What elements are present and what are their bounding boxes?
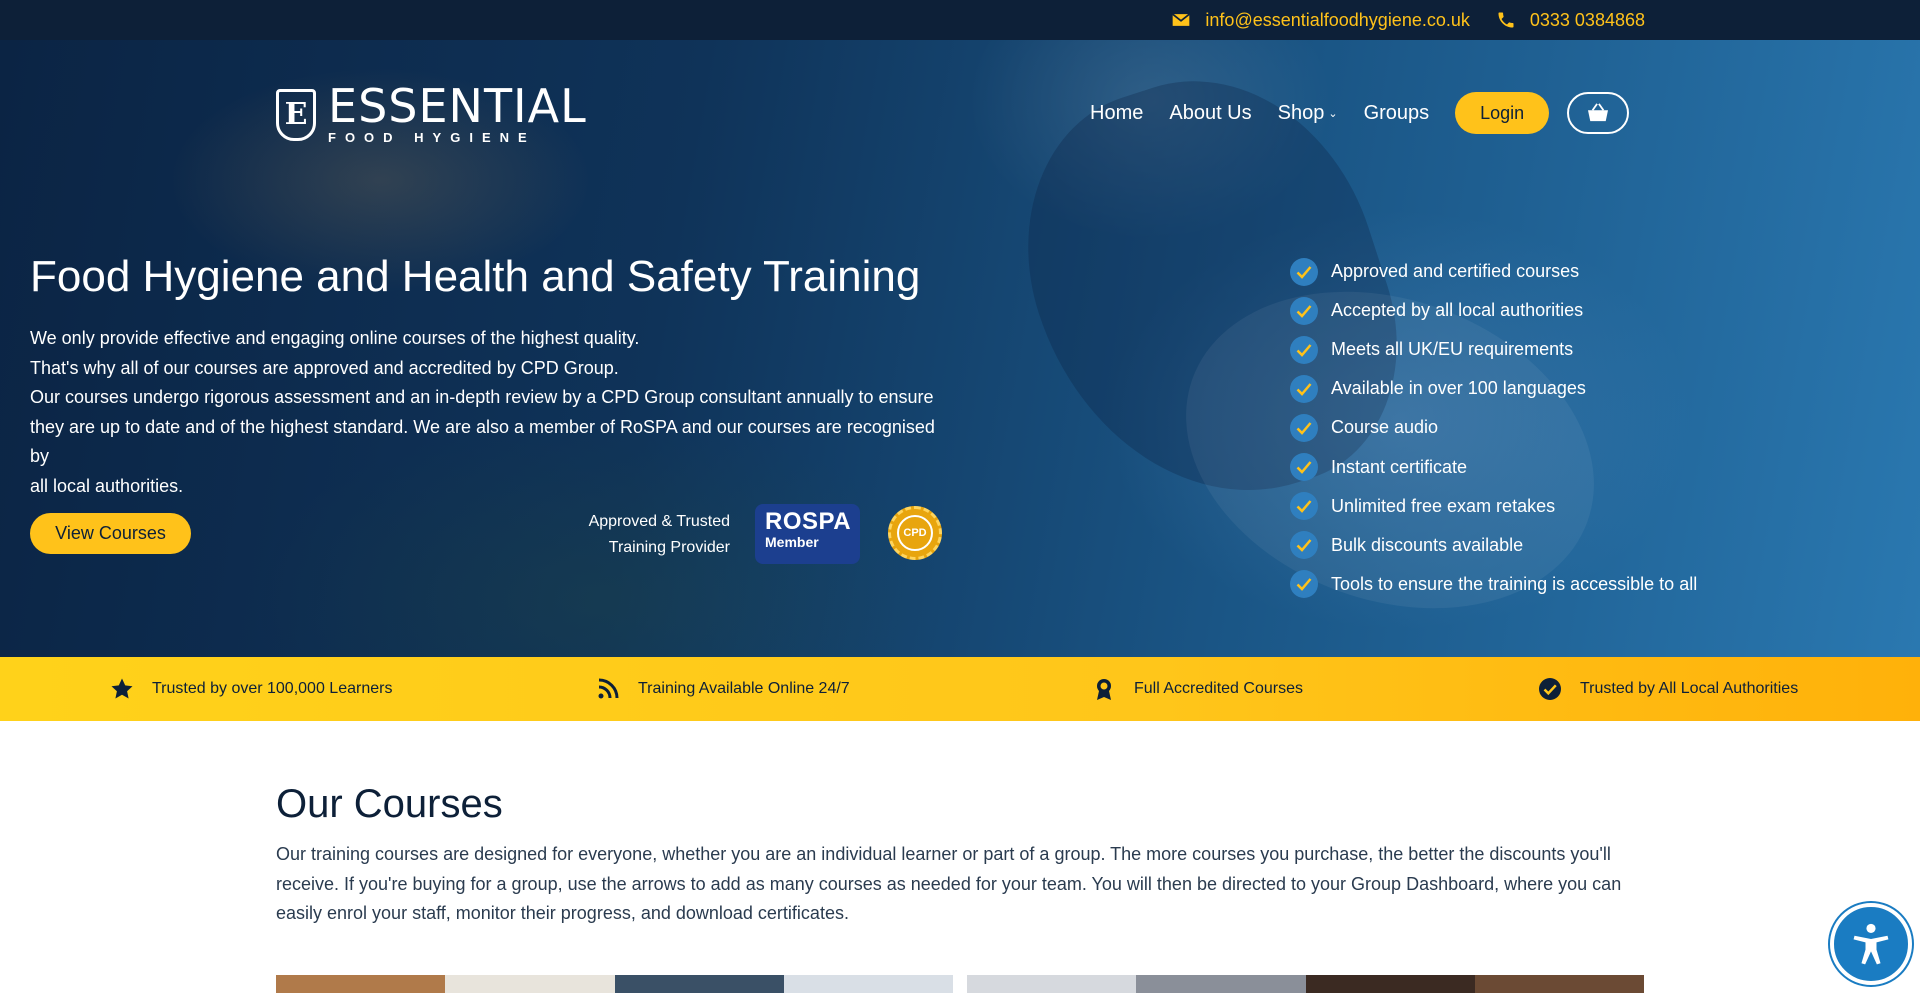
- check-icon: [1290, 296, 1318, 325]
- nav-groups-label: Groups: [1363, 101, 1430, 124]
- rospa-subtitle: Member: [765, 534, 819, 550]
- trust-item-accredited: Full Accredited Courses: [1092, 657, 1303, 721]
- approved-line-1: Approved & Trusted: [588, 513, 730, 530]
- feature-item: Approved and certified courses: [1290, 252, 1697, 291]
- trust-item-authorities: Trusted by All Local Authorities: [1538, 657, 1798, 721]
- logo-mark: E: [276, 88, 316, 141]
- cart-button[interactable]: [1567, 92, 1630, 134]
- top-contact-bar: info@essentialfoodhygiene.co.uk 0333 038…: [0, 0, 1920, 40]
- feature-label: Unlimited free exam retakes: [1331, 495, 1556, 516]
- feature-label: Available in over 100 languages: [1331, 378, 1586, 399]
- feature-label: Tools to ensure the training is accessib…: [1331, 573, 1698, 594]
- hero-line-4: they are up to date and of the highest s…: [30, 416, 935, 467]
- feature-label: Accepted by all local authorities: [1331, 300, 1584, 321]
- nav-about-us[interactable]: About Us: [1169, 102, 1251, 125]
- hero-line-3: Our courses undergo rigorous assessment …: [30, 387, 934, 407]
- accessibility-button[interactable]: [1830, 903, 1912, 985]
- feature-label: Meets all UK/EU requirements: [1331, 339, 1574, 360]
- chevron-down-icon: ⌄: [1328, 107, 1338, 120]
- feature-item: Bulk discounts available: [1290, 526, 1697, 565]
- approved-line-2: Training Provider: [608, 539, 730, 556]
- logo-title: ESSENTIAL: [328, 79, 587, 133]
- hero-section: E ESSENTIAL FOOD HYGIENE Home About Us S…: [0, 40, 1920, 657]
- feature-item: Unlimited free exam retakes: [1290, 487, 1697, 526]
- hero-description: We only provide effective and engaging o…: [30, 324, 950, 501]
- feature-label: Approved and certified courses: [1331, 261, 1580, 282]
- check-icon: [1290, 570, 1318, 599]
- hero-title: Food Hygiene and Health and Safety Train…: [30, 252, 921, 301]
- star-icon: [111, 678, 133, 699]
- email-link[interactable]: info@essentialfoodhygiene.co.uk: [1171, 10, 1470, 31]
- feature-item: Tools to ensure the training is accessib…: [1290, 565, 1697, 604]
- nav-home-label: Home: [1090, 101, 1144, 124]
- nav-groups[interactable]: Groups: [1364, 102, 1430, 125]
- phone-icon: [1498, 12, 1514, 28]
- check-icon: [1290, 413, 1318, 442]
- trust-label: Full Accredited Courses: [1134, 680, 1303, 697]
- check-circle-icon: [1539, 678, 1561, 700]
- login-button[interactable]: Login: [1455, 92, 1550, 134]
- course-card-image[interactable]: [276, 975, 953, 993]
- trust-item-learners: Trusted by over 100,000 Learners: [110, 657, 392, 721]
- trust-label: Training Available Online 24/7: [638, 680, 850, 697]
- feature-label: Instant certificate: [1331, 456, 1468, 477]
- check-icon: [1290, 374, 1318, 403]
- check-icon: [1290, 257, 1318, 286]
- feature-label: Bulk discounts available: [1331, 534, 1524, 555]
- main-nav: Home About Us Shop ⌄ Groups Login: [1090, 92, 1630, 134]
- check-icon: [1290, 531, 1318, 560]
- cpd-label: CPD: [897, 515, 933, 551]
- feature-label: Course audio: [1331, 417, 1439, 438]
- courses-title: Our Courses: [276, 782, 503, 826]
- rospa-title: ROSPA: [765, 508, 852, 535]
- phone-link[interactable]: 0333 0384868: [1496, 10, 1645, 31]
- trust-item-online: Training Available Online 24/7: [596, 657, 850, 721]
- check-icon: [1290, 335, 1318, 364]
- trust-label: Trusted by over 100,000 Learners: [152, 680, 393, 697]
- feature-item: Available in over 100 languages: [1290, 369, 1697, 408]
- feature-list: Approved and certified courses Accepted …: [1290, 252, 1697, 604]
- trust-bar: Trusted by over 100,000 Learners Trainin…: [0, 657, 1920, 721]
- feature-item: Course audio: [1290, 408, 1697, 447]
- rospa-member-badge: ROSPA Member: [755, 504, 860, 564]
- hero-line-5: all local authorities.: [30, 475, 184, 496]
- view-courses-button[interactable]: View Courses: [30, 513, 191, 554]
- logo-subtitle: FOOD HYGIENE: [328, 130, 536, 145]
- feature-item: Meets all UK/EU requirements: [1290, 330, 1697, 369]
- accessibility-icon: [1853, 923, 1889, 965]
- envelope-icon: [1172, 13, 1191, 26]
- nav-shop[interactable]: Shop ⌄: [1278, 102, 1338, 125]
- email-text[interactable]: info@essentialfoodhygiene.co.uk: [1205, 10, 1469, 31]
- check-icon: [1290, 492, 1318, 521]
- check-icon: [1290, 453, 1318, 482]
- approved-provider-text: Approved & Trusted Training Provider: [560, 509, 730, 561]
- hero-line-2: That's why all of our courses are approv…: [30, 357, 619, 378]
- nav-home[interactable]: Home: [1090, 102, 1143, 125]
- course-card-image[interactable]: [967, 975, 1644, 993]
- trust-label: Trusted by All Local Authorities: [1580, 680, 1799, 697]
- nav-shop-label: Shop: [1277, 101, 1325, 124]
- feature-item: Accepted by all local authorities: [1290, 291, 1697, 330]
- hero-line-1: We only provide effective and engaging o…: [30, 328, 640, 348]
- nav-about-label: About Us: [1169, 101, 1252, 124]
- course-cards-row: [276, 975, 1644, 993]
- cpd-seal: CPD: [888, 506, 942, 560]
- rss-icon: [598, 678, 619, 699]
- feature-item: Instant certificate: [1290, 447, 1697, 486]
- award-icon: [1097, 679, 1111, 700]
- courses-description: Our training courses are designed for ev…: [276, 844, 1622, 923]
- site-logo[interactable]: E ESSENTIAL FOOD HYGIENE: [276, 79, 587, 145]
- phone-text[interactable]: 0333 0384868: [1530, 10, 1645, 31]
- basket-icon: [1588, 103, 1609, 122]
